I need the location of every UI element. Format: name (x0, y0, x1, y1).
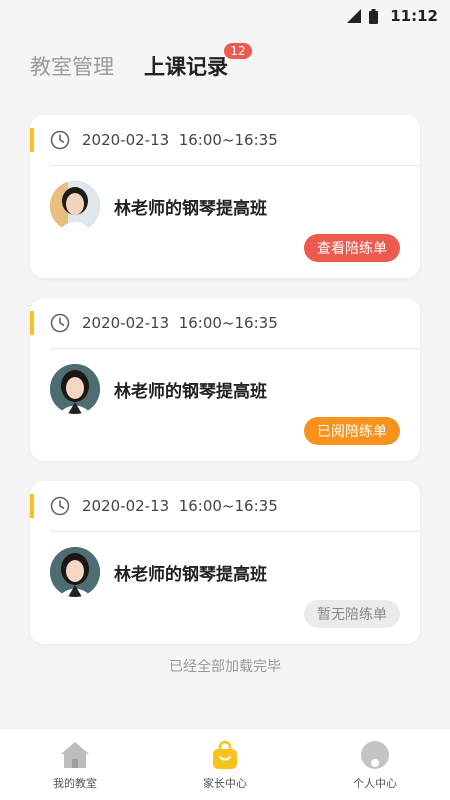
nav-label: 家长中心 (203, 776, 247, 790)
teacher-avatar (50, 364, 100, 414)
accent-bar (30, 311, 34, 335)
clock-icon (50, 313, 70, 333)
home-icon (61, 741, 89, 768)
nav-label: 我的教室 (53, 776, 97, 790)
teacher-avatar (50, 547, 100, 597)
class-time: 2020-02-13 16:00~16:35 (82, 131, 278, 149)
signal-icon (347, 9, 362, 23)
record-card[interactable]: 2020-02-13 16:00~16:35 林老师的钢琴提高班 已阅陪练单 (30, 298, 420, 461)
read-practice-sheet-button[interactable]: 已阅陪练单 (304, 417, 400, 445)
accent-bar (30, 128, 34, 152)
nav-my-classroom[interactable]: 我的教室 (0, 729, 150, 800)
clock-time: 11:12 (390, 7, 438, 25)
record-card[interactable]: 2020-02-13 16:00~16:35 林老师的钢琴提高班 查看陪练单 (30, 115, 420, 278)
status-bar: 11:12 (0, 0, 450, 32)
bottom-nav: 我的教室 家长中心 个人中心 (0, 728, 450, 800)
class-time: 2020-02-13 16:00~16:35 (82, 497, 278, 515)
view-practice-sheet-button[interactable]: 查看陪练单 (304, 234, 400, 262)
course-title: 林老师的钢琴提高班 (114, 564, 267, 585)
clock-icon (50, 130, 70, 150)
count-badge: 12 (224, 43, 252, 59)
clock-icon (50, 496, 70, 516)
course-title: 林老师的钢琴提高班 (114, 198, 267, 219)
card-header: 2020-02-13 16:00~16:35 (30, 115, 420, 165)
tab-label: 教室管理 (30, 55, 114, 79)
tab-classroom-management[interactable]: 教室管理 (30, 51, 114, 81)
bag-icon (213, 740, 237, 769)
tab-label: 上课记录 (144, 55, 228, 79)
nav-personal-center[interactable]: 个人中心 (300, 729, 450, 800)
accent-bar (30, 494, 34, 518)
class-time: 2020-02-13 16:00~16:35 (82, 314, 278, 332)
teacher-avatar (50, 181, 100, 231)
all-loaded-text: 已经全部加载完毕 (169, 659, 281, 675)
person-icon (361, 740, 389, 769)
card-header: 2020-02-13 16:00~16:35 (30, 481, 420, 531)
battery-icon (369, 8, 379, 24)
record-card[interactable]: 2020-02-13 16:00~16:35 林老师的钢琴提高班 暂无陪练单 (30, 481, 420, 644)
record-list: 2020-02-13 16:00~16:35 林老师的钢琴提高班 查看陪练单 2… (30, 115, 420, 664)
card-header: 2020-02-13 16:00~16:35 (30, 298, 420, 348)
nav-parent-center[interactable]: 家长中心 (150, 729, 300, 800)
tab-bar: 教室管理 上课记录 12 (30, 43, 258, 84)
tab-class-records[interactable]: 上课记录 12 (144, 43, 252, 81)
no-practice-sheet-button: 暂无陪练单 (304, 600, 400, 628)
nav-label: 个人中心 (353, 776, 397, 790)
course-title: 林老师的钢琴提高班 (114, 381, 267, 402)
